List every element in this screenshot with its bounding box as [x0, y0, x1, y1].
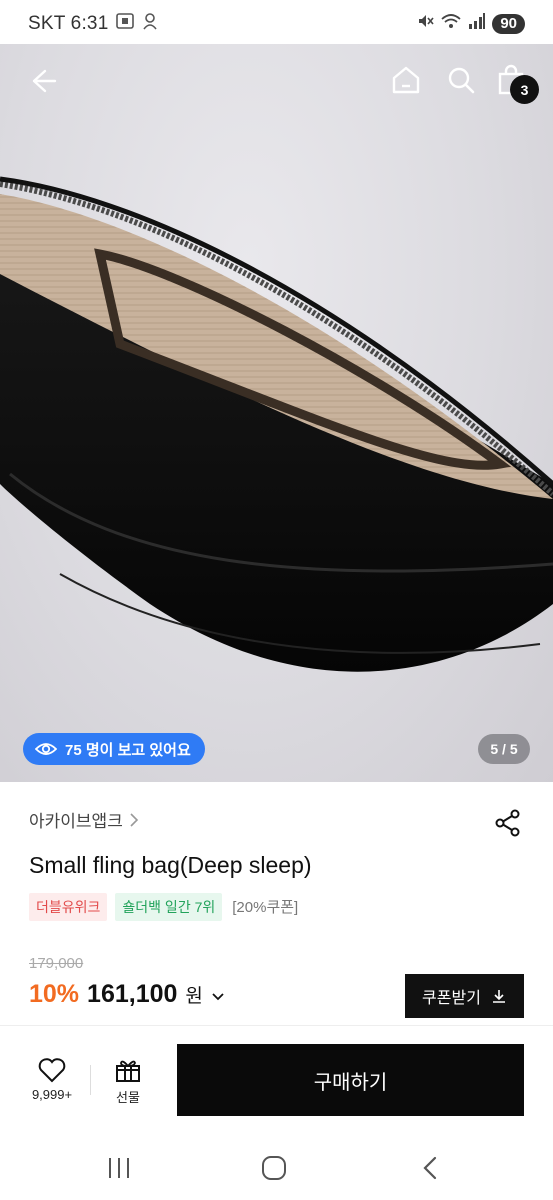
- product-tags: 더블유위크 숄더백 일간 7위 [20%쿠폰]: [29, 892, 305, 921]
- tag-event: 더블유위크: [29, 892, 108, 921]
- search-icon: [448, 67, 475, 94]
- coupon-button-label: 쿠폰받기: [422, 990, 481, 1007]
- recent-apps-button[interactable]: [106, 1155, 132, 1181]
- price-row[interactable]: 10% 161,100 원: [29, 980, 225, 1009]
- discount-rate: 10%: [29, 980, 80, 1008]
- currency-unit: 원: [185, 986, 203, 1007]
- back-arrow-icon: [32, 69, 57, 93]
- chevron-right-icon: [130, 812, 138, 827]
- status-bar: SKT 6:31 90: [0, 0, 553, 44]
- recent-apps-icon: [109, 1158, 129, 1178]
- image-page-indicator: 5 / 5: [478, 734, 530, 764]
- back-chevron-icon: [423, 1156, 437, 1180]
- back-button[interactable]: [26, 64, 60, 98]
- action-divider: [90, 1065, 91, 1095]
- chevron-down-icon: [212, 993, 224, 1001]
- gift-button[interactable]: 선물: [108, 1057, 148, 1106]
- sale-price: 161,100: [87, 980, 178, 1008]
- signal-icon: [468, 12, 486, 35]
- search-button[interactable]: [444, 63, 478, 97]
- viewers-text: 75 명이 보고 있어요: [65, 741, 191, 759]
- system-nav-bar: [0, 1135, 553, 1200]
- gift-label: 선물: [116, 1090, 140, 1105]
- home-nav-button[interactable]: [261, 1155, 287, 1181]
- carrier-time: SKT 6:31: [28, 12, 109, 34]
- product-image-carousel[interactable]: 75 명이 보고 있어요 5 / 5: [0, 44, 553, 782]
- download-icon: [492, 990, 505, 1003]
- tag-coupon: [20%쿠폰]: [232, 899, 299, 916]
- app-icon: [142, 12, 158, 35]
- brand-name: 아카이브앱크: [29, 812, 123, 831]
- home-button[interactable]: [389, 63, 423, 97]
- share-icon: [495, 809, 520, 837]
- original-price: 179,000: [29, 955, 84, 972]
- share-button[interactable]: [493, 808, 523, 838]
- battery-indicator: 90: [492, 13, 525, 34]
- viewers-badge: 75 명이 보고 있어요: [23, 733, 205, 765]
- gift-icon: [116, 1060, 140, 1082]
- coupon-download-button[interactable]: 쿠폰받기: [405, 974, 524, 1018]
- back-nav-button[interactable]: [418, 1155, 444, 1181]
- like-count: 9,999+: [31, 1087, 73, 1102]
- heart-icon: [38, 1058, 66, 1083]
- eye-icon: [35, 743, 57, 755]
- product-title: Small fling bag(Deep sleep): [29, 852, 312, 878]
- brand-link[interactable]: 아카이브앱크: [29, 807, 139, 832]
- mute-icon: [416, 12, 434, 35]
- buy-button[interactable]: 구매하기: [177, 1044, 524, 1116]
- like-button[interactable]: 9,999+: [26, 1057, 78, 1102]
- tag-ranking: 숄더백 일간 7위: [115, 892, 223, 921]
- wifi-icon: [440, 12, 462, 35]
- home-icon: [392, 66, 420, 94]
- product-photo: [0, 176, 553, 672]
- home-circle-icon: [262, 1156, 286, 1180]
- cart-count-badge: 3: [510, 75, 539, 104]
- screenshot-icon: [116, 13, 135, 34]
